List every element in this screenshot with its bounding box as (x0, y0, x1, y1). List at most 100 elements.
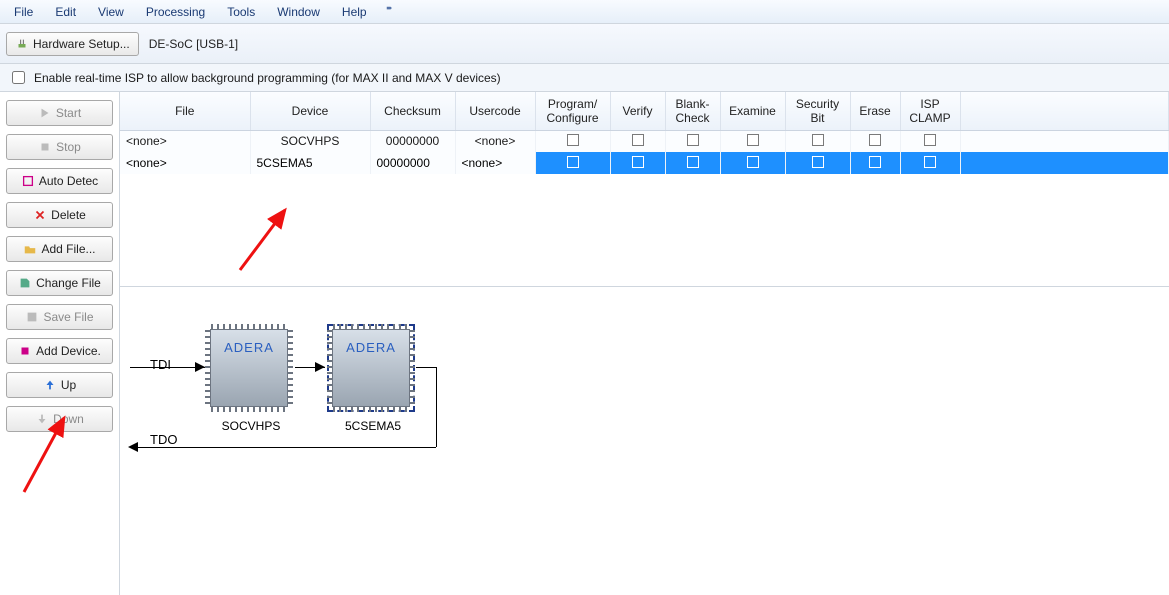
table-row[interactable]: <none> SOCVHPS 00000000 <none> (120, 130, 1169, 152)
menu-window[interactable]: Window (267, 2, 330, 22)
main-area: Start Stop Auto Detec Delete Add File...… (0, 92, 1169, 595)
plug-icon (15, 37, 29, 51)
folder-open-icon (23, 242, 37, 256)
col-blank[interactable]: Blank- Check (665, 92, 720, 130)
hardware-setup-label: Hardware Setup... (33, 37, 130, 51)
realtime-isp-checkbox[interactable] (12, 71, 25, 84)
table-row-selected[interactable]: <none> 5CSEMA5 00000000 <none> (120, 152, 1169, 174)
menu-tools[interactable]: Tools (217, 2, 265, 22)
add-file-label: Add File... (41, 242, 95, 256)
hardware-toolbar: Hardware Setup... DE-SoC [USB-1] (0, 24, 1169, 64)
delete-button[interactable]: Delete (6, 202, 113, 228)
arrow-tdi (195, 362, 205, 372)
cell-examine[interactable] (720, 152, 785, 174)
menu-processing[interactable]: Processing (136, 2, 215, 22)
col-erase[interactable]: Erase (850, 92, 900, 130)
jtag-chain-diagram: TDI ADERA SOCVHPS ADERA 5CSEMA5 TDO (120, 287, 1169, 595)
cell-device: SOCVHPS (250, 130, 370, 152)
cell-blank[interactable] (665, 130, 720, 152)
arrow-mid (315, 362, 325, 372)
up-label: Up (61, 378, 76, 392)
tdi-label: TDI (150, 357, 171, 372)
save-file-label: Save File (43, 310, 93, 324)
cell-isp[interactable] (900, 130, 960, 152)
hardware-setup-button[interactable]: Hardware Setup... (6, 32, 139, 56)
save-file-button[interactable]: Save File (6, 304, 113, 330)
cell-verify[interactable] (610, 130, 665, 152)
auto-detect-label: Auto Detec (39, 174, 98, 188)
content-area: File Device Checksum Usercode Program/ C… (120, 92, 1169, 595)
cell-erase[interactable] (850, 152, 900, 174)
cell-checksum: 00000000 (370, 130, 455, 152)
tdo-label: TDO (150, 432, 177, 447)
help-flag-icon (385, 5, 399, 19)
cell-isp[interactable] (900, 152, 960, 174)
chip1-name: SOCVHPS (212, 419, 290, 433)
auto-detect-button[interactable]: Auto Detec (6, 168, 113, 194)
cell-security[interactable] (785, 130, 850, 152)
cell-usercode: <none> (455, 130, 535, 152)
col-device[interactable]: Device (250, 92, 370, 130)
stop-button[interactable]: Stop (6, 134, 113, 160)
add-file-button[interactable]: Add File... (6, 236, 113, 262)
hardware-name-label: DE-SoC [USB-1] (149, 37, 238, 51)
start-button[interactable]: Start (6, 100, 113, 126)
wire-out (416, 367, 436, 368)
col-isp[interactable]: ISP CLAMP (900, 92, 960, 130)
chip-5csema5[interactable]: ADERA (332, 329, 410, 407)
up-button[interactable]: Up (6, 372, 113, 398)
cell-file: <none> (120, 130, 250, 152)
menubar: File Edit View Processing Tools Window H… (0, 0, 1169, 24)
stop-label: Stop (56, 140, 81, 154)
chip-socvhps[interactable]: ADERA (210, 329, 288, 407)
col-verify[interactable]: Verify (610, 92, 665, 130)
arrow-up-icon (43, 378, 57, 392)
cell-device: 5CSEMA5 (250, 152, 370, 174)
stop-icon (38, 140, 52, 154)
col-security[interactable]: Security Bit (785, 92, 850, 130)
delete-icon (33, 208, 47, 222)
cell-verify[interactable] (610, 152, 665, 174)
change-file-icon (18, 276, 32, 290)
cell-blank[interactable] (665, 152, 720, 174)
wire-tdi (130, 367, 205, 368)
detect-icon (21, 174, 35, 188)
col-program[interactable]: Program/ Configure (535, 92, 610, 130)
save-icon (25, 310, 39, 324)
menu-file[interactable]: File (4, 2, 43, 22)
cell-checksum: 00000000 (370, 152, 455, 174)
arrow-down-icon (35, 412, 49, 426)
chip-icon (18, 344, 32, 358)
cell-program[interactable] (535, 130, 610, 152)
col-checksum[interactable]: Checksum (370, 92, 455, 130)
sidebar: Start Stop Auto Detec Delete Add File...… (0, 92, 120, 595)
device-table-pane: File Device Checksum Usercode Program/ C… (120, 92, 1169, 287)
wire-tdo (138, 447, 436, 448)
chip1-brand: ADERA (224, 340, 274, 355)
cell-security[interactable] (785, 152, 850, 174)
down-button[interactable]: Down (6, 406, 113, 432)
device-table[interactable]: File Device Checksum Usercode Program/ C… (120, 92, 1169, 174)
menu-help[interactable]: Help (332, 2, 377, 22)
menu-edit[interactable]: Edit (45, 2, 86, 22)
add-device-label: Add Device. (36, 344, 101, 358)
down-label: Down (53, 412, 84, 426)
start-label: Start (56, 106, 81, 120)
menu-view[interactable]: View (88, 2, 134, 22)
cell-erase[interactable] (850, 130, 900, 152)
realtime-isp-row: Enable real-time ISP to allow background… (0, 64, 1169, 92)
col-spacer (960, 92, 1169, 130)
cell-examine[interactable] (720, 130, 785, 152)
cell-program[interactable] (535, 152, 610, 174)
chip2-brand: ADERA (346, 340, 396, 355)
change-file-label: Change File (36, 276, 101, 290)
col-file[interactable]: File (120, 92, 250, 130)
col-usercode[interactable]: Usercode (455, 92, 535, 130)
delete-label: Delete (51, 208, 86, 222)
arrow-tdo (128, 442, 138, 452)
chip2-name: 5CSEMA5 (334, 419, 412, 433)
col-examine[interactable]: Examine (720, 92, 785, 130)
add-device-button[interactable]: Add Device. (6, 338, 113, 364)
realtime-isp-label: Enable real-time ISP to allow background… (34, 71, 501, 85)
change-file-button[interactable]: Change File (6, 270, 113, 296)
